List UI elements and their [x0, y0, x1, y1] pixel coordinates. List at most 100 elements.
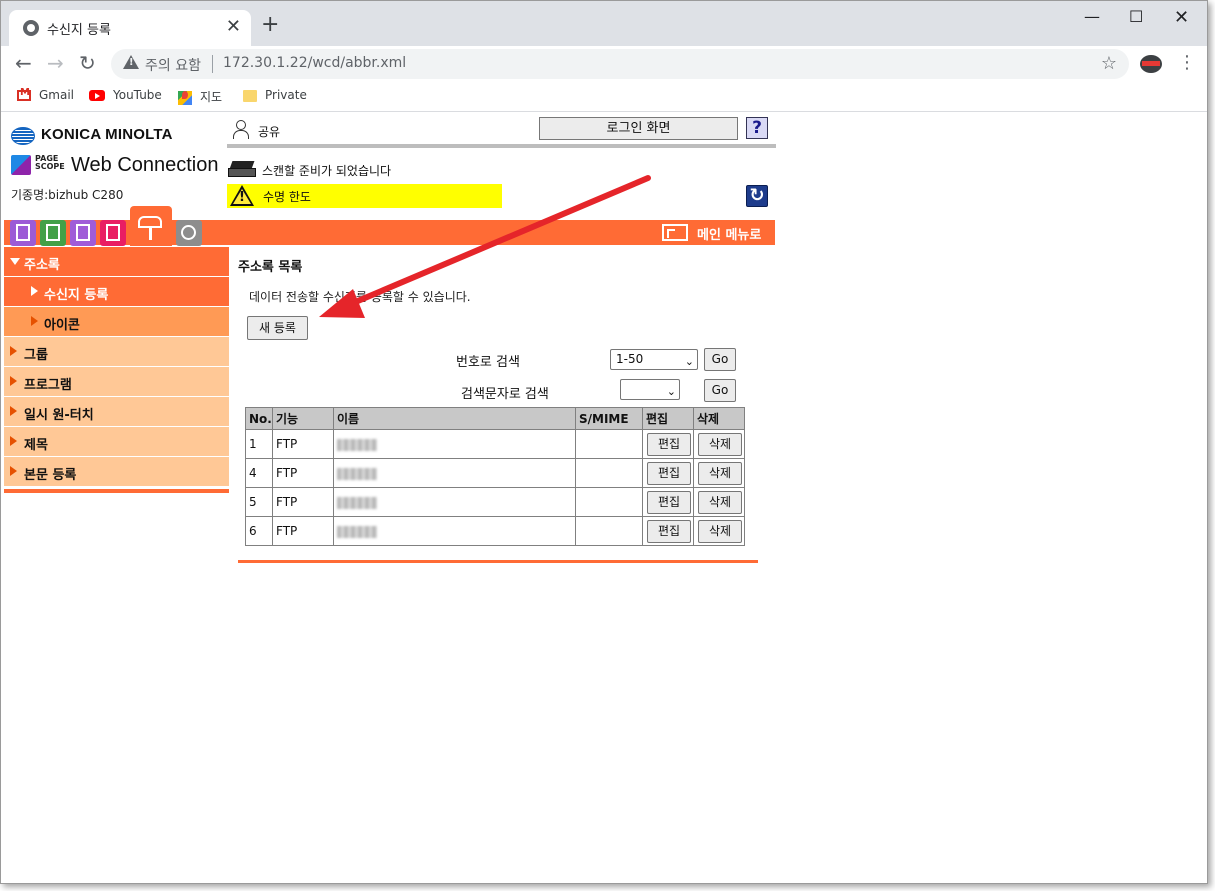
- address-bar[interactable]: 주의 요함 172.30.1.22/wcd/abbr.xml ☆: [111, 49, 1129, 79]
- chevron-down-icon: ⌄: [666, 385, 676, 398]
- delete-button[interactable]: 삭제: [698, 461, 742, 485]
- warning-status-text[interactable]: 수명 한도: [263, 188, 311, 205]
- help-button[interactable]: ?: [746, 117, 768, 139]
- triangle-right-icon: [31, 286, 38, 296]
- omnibox-divider: [212, 55, 213, 73]
- sidebar-item-body-text[interactable]: 본문 등록: [4, 457, 229, 487]
- sidebar-item-temporary-one-touch[interactable]: 일시 원-터치: [4, 397, 229, 427]
- bookmark-label: Private: [265, 88, 307, 102]
- table-row: 5 FTP 편집 삭제: [245, 487, 745, 517]
- edit-button[interactable]: 편집: [647, 490, 691, 514]
- search-by-char-select[interactable]: ⌄: [620, 379, 680, 400]
- search-by-number-select[interactable]: 1-50 ⌄: [610, 349, 698, 370]
- cell-function: FTP: [272, 429, 334, 459]
- cell-no: 5: [245, 487, 273, 517]
- close-tab-icon[interactable]: ✕: [226, 17, 241, 37]
- extension-icon[interactable]: [1140, 55, 1162, 73]
- gmail-icon: [17, 87, 31, 101]
- sidebar-item-label: 그룹: [24, 348, 48, 363]
- system-tab-icon[interactable]: [10, 220, 36, 246]
- sidebar-item-label: 본문 등록: [24, 468, 77, 483]
- bookmark-youtube[interactable]: YouTube: [89, 88, 162, 102]
- security-status[interactable]: 주의 요함: [145, 55, 201, 75]
- search-by-char-label: 검색문자로 검색: [461, 387, 549, 402]
- user-icon: [232, 120, 249, 139]
- cell-edit: 편집: [642, 429, 694, 459]
- cell-delete: 삭제: [693, 429, 745, 459]
- maps-icon: [178, 90, 192, 105]
- sidebar-item-group[interactable]: 그룹: [4, 337, 229, 367]
- job-tab-icon[interactable]: [40, 220, 66, 246]
- konica-minolta-mark-icon: [11, 127, 35, 145]
- edit-button[interactable]: 편집: [647, 432, 691, 456]
- cell-no: 6: [245, 516, 273, 546]
- triangle-right-icon: [31, 316, 38, 326]
- sidebar: 주소록 수신지 등록 아이콘 그룹 프로그램 일시 원-터치 제목 본문 등록: [4, 247, 229, 493]
- select-value: 1-50: [616, 352, 644, 366]
- web-page: KONICA MINOLTA PAGE SCOPE Web Connection…: [1, 113, 1207, 883]
- scan-status-text: 스캔할 준비가 되었습니다: [262, 164, 392, 178]
- new-tab-button[interactable]: +: [261, 14, 279, 36]
- maximize-button[interactable]: ☐: [1129, 7, 1143, 26]
- search-by-number-label: 번호로 검색: [456, 355, 520, 370]
- sidebar-item-label: 프로그램: [24, 378, 72, 393]
- sidebar-item-icon[interactable]: 아이콘: [4, 307, 229, 337]
- back-arrow-icon[interactable]: ←: [15, 52, 32, 74]
- login-screen-button[interactable]: 로그인 화면: [539, 117, 738, 140]
- reload-icon[interactable]: ↻: [79, 52, 96, 74]
- chevron-down-icon: ⌄: [684, 355, 694, 368]
- delete-button[interactable]: 삭제: [698, 490, 742, 514]
- url-text[interactable]: 172.30.1.22/wcd/abbr.xml: [223, 55, 406, 71]
- warning-icon[interactable]: [123, 55, 139, 69]
- sidebar-item-subject[interactable]: 제목: [4, 427, 229, 457]
- forward-arrow-icon[interactable]: →: [47, 52, 64, 74]
- column-header: 이름: [333, 407, 576, 430]
- print-tab-icon[interactable]: [100, 220, 126, 246]
- cell-delete: 삭제: [693, 458, 745, 488]
- refresh-icon[interactable]: ↻: [746, 185, 768, 207]
- edit-button[interactable]: 편집: [647, 461, 691, 485]
- triangle-right-icon: [10, 346, 17, 356]
- folder-icon: [243, 89, 257, 102]
- new-registration-button[interactable]: 새 등록: [247, 316, 308, 340]
- sidebar-item-destination-registration[interactable]: 수신지 등록: [4, 277, 229, 307]
- triangle-right-icon: [10, 376, 17, 386]
- sidebar-item-address-book[interactable]: 주소록: [4, 247, 229, 277]
- redacted-name: [337, 525, 377, 538]
- column-header: 편집: [642, 407, 694, 430]
- column-header: No.: [245, 407, 273, 430]
- scan-tab-icon[interactable]: [130, 206, 172, 246]
- bookmarks-bar: Gmail YouTube 지도 Private: [1, 82, 1207, 112]
- go-button-char[interactable]: Go: [704, 379, 736, 402]
- edit-button[interactable]: 편집: [647, 519, 691, 543]
- go-button-number[interactable]: Go: [704, 348, 736, 371]
- bookmark-private[interactable]: Private: [243, 88, 307, 102]
- bookmark-maps[interactable]: 지도: [178, 88, 222, 105]
- browser-tab[interactable]: 수신지 등록 ✕: [9, 10, 251, 46]
- box-tab-icon[interactable]: [70, 220, 96, 246]
- sidebar-item-label: 아이콘: [44, 318, 80, 333]
- admin-tab-icon[interactable]: [176, 220, 202, 246]
- product-name: Web Connection: [71, 154, 219, 176]
- more-menu-icon[interactable]: ⋮: [1178, 52, 1196, 73]
- table-header-row: No. 기능 이름 S/MIME 편집 삭제: [245, 407, 745, 430]
- sidebar-item-program[interactable]: 프로그램: [4, 367, 229, 397]
- address-table: No. 기능 이름 S/MIME 편집 삭제 1 FTP 편집 삭제 4 FTP…: [245, 407, 745, 546]
- sidebar-item-label: 일시 원-터치: [24, 408, 94, 423]
- tab-strip: 수신지 등록 ✕ + — ☐ ✕: [1, 1, 1207, 46]
- brand-name: KONICA MINOLTA: [41, 126, 173, 143]
- close-window-button[interactable]: ✕: [1174, 7, 1189, 28]
- cell-smime: [575, 516, 643, 546]
- cell-delete: 삭제: [693, 487, 745, 517]
- cell-name: [333, 429, 576, 459]
- bookmark-gmail[interactable]: Gmail: [17, 87, 74, 102]
- delete-button[interactable]: 삭제: [698, 519, 742, 543]
- content-bottom-rule: [238, 560, 758, 563]
- cell-function: FTP: [272, 487, 334, 517]
- pagescope-text: PAGE SCOPE: [35, 154, 65, 171]
- redacted-name: [337, 467, 377, 480]
- minimize-button[interactable]: —: [1084, 7, 1100, 26]
- bookmark-star-icon[interactable]: ☆: [1101, 53, 1117, 74]
- column-header: 기능: [272, 407, 334, 430]
- delete-button[interactable]: 삭제: [698, 432, 742, 456]
